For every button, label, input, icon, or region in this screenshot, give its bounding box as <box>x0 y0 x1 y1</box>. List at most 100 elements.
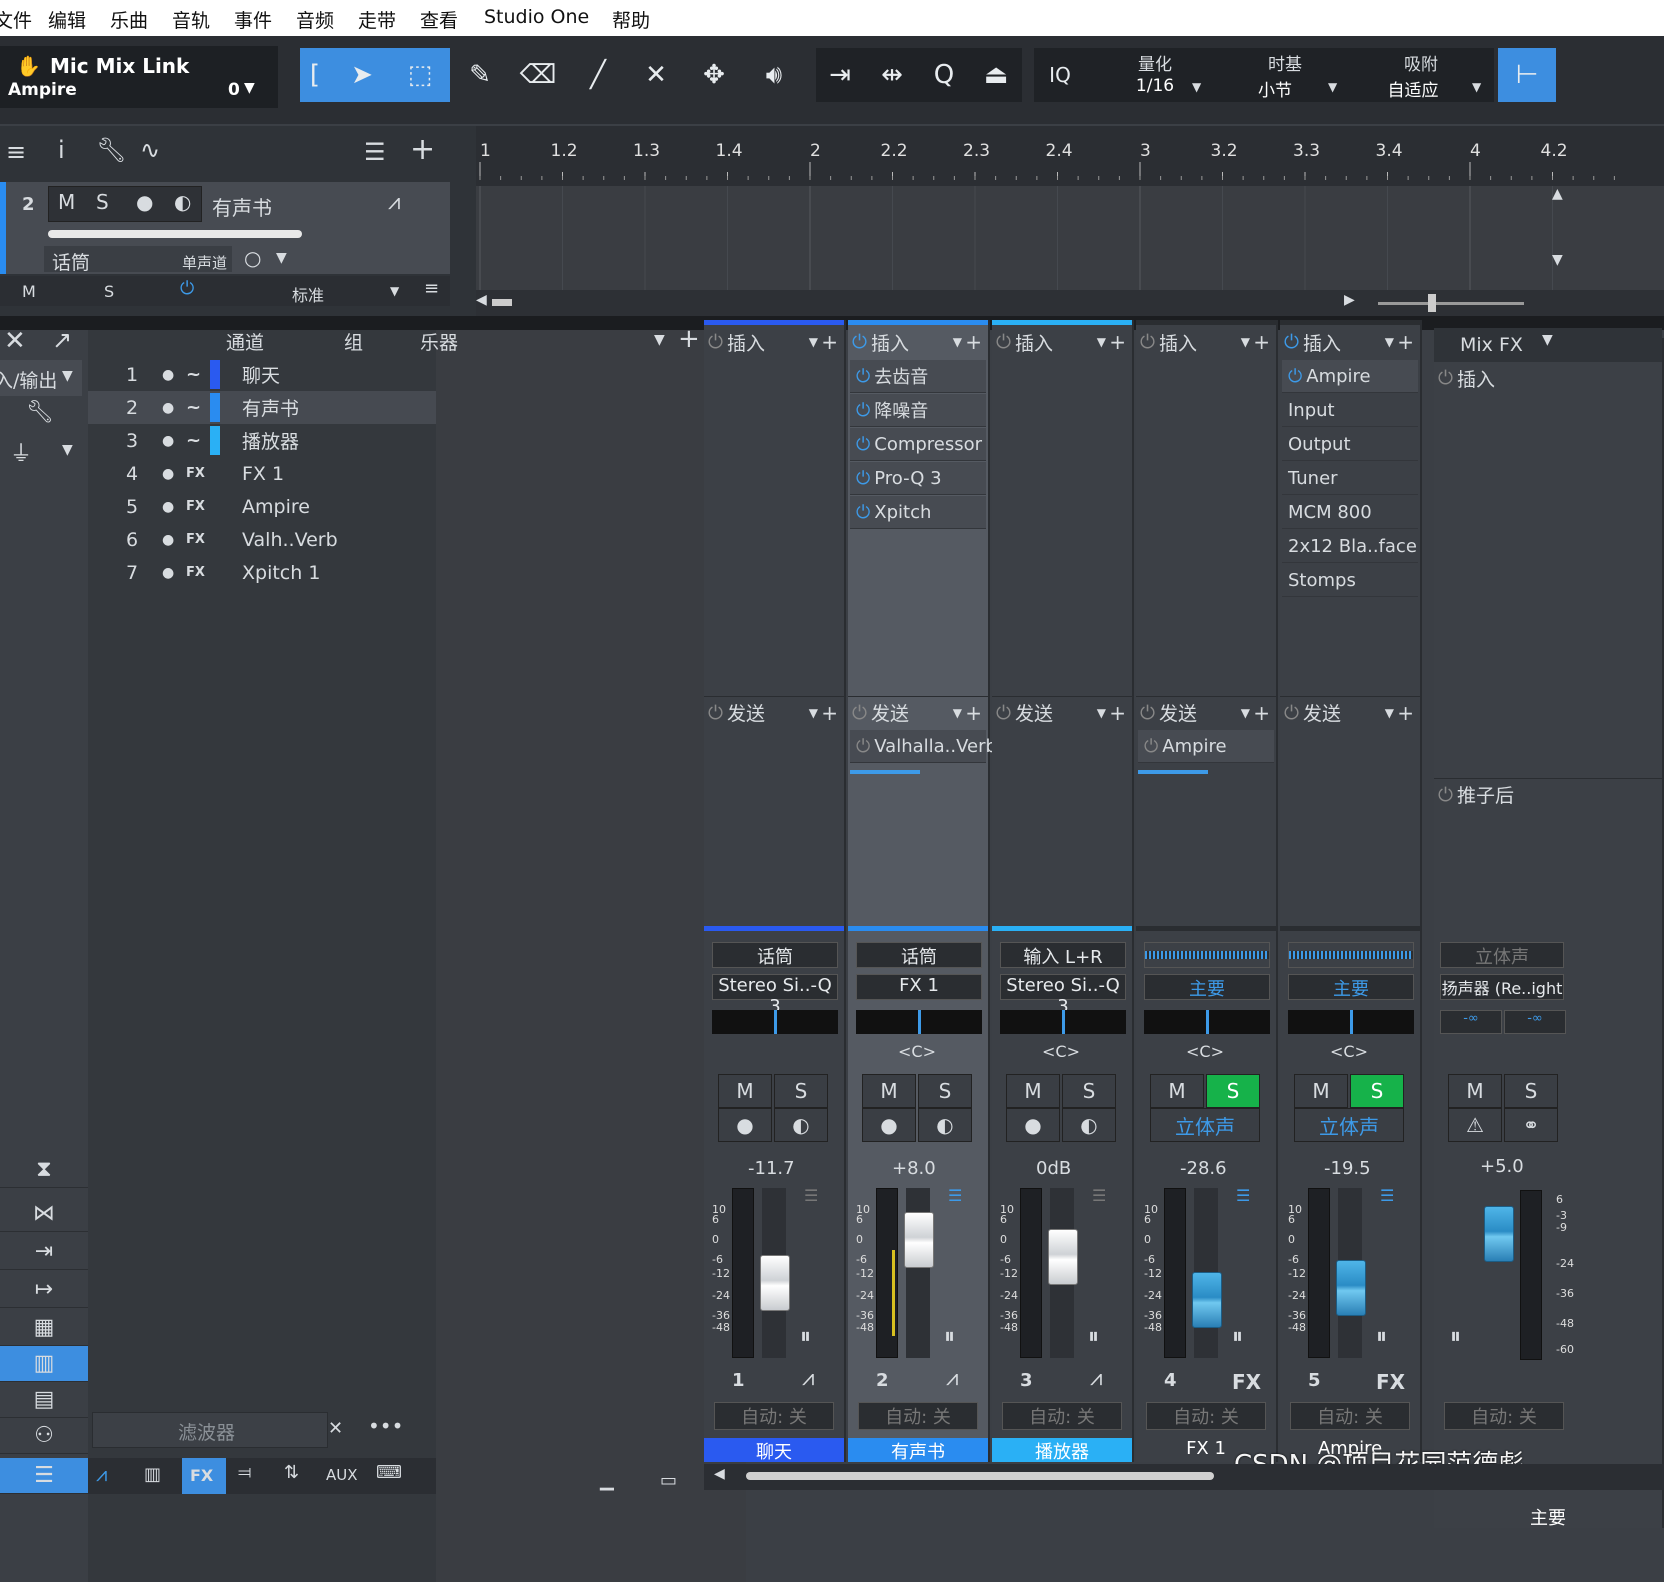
info-icon[interactable]: i <box>58 136 65 164</box>
pan-knob[interactable] <box>1000 1010 1126 1034</box>
power-icon[interactable]: ⏻ <box>856 502 870 523</box>
minimize-icon[interactable]: ▁ <box>600 1470 614 1491</box>
chevron-down-icon[interactable]: ▼ <box>1542 332 1553 348</box>
send-level[interactable] <box>850 770 920 774</box>
volume-fader[interactable] <box>1048 1229 1078 1285</box>
automation-button[interactable]: 自动: 关 <box>1002 1402 1122 1430</box>
solo-button[interactable]: S <box>918 1074 972 1108</box>
mute-button[interactable]: M <box>862 1074 916 1108</box>
input-select[interactable]: 输入 L+R <box>1000 942 1126 968</box>
add-send-icon[interactable]: + <box>1397 701 1414 725</box>
solo-button[interactable]: S <box>1062 1074 1116 1108</box>
automation-button[interactable]: 自动: 关 <box>858 1402 978 1430</box>
meter-toggle-icon[interactable]: ☰ <box>1236 1186 1250 1205</box>
chevron-down-icon[interactable]: ▼ <box>1097 706 1106 720</box>
track-list-icon[interactable]: ☰ <box>364 138 386 166</box>
power-icon[interactable]: ⏻ <box>1438 367 1453 389</box>
expand-icon[interactable]: ↗ <box>52 326 72 354</box>
power-icon[interactable]: ⏻ <box>856 434 870 455</box>
chevron-down-icon[interactable]: ▼ <box>953 706 962 720</box>
clear-icon[interactable]: ✕ <box>328 1418 343 1439</box>
output-select[interactable]: Stereo Si..-Q 3 <box>712 974 838 1017</box>
input-select[interactable]: 话筒 <box>856 942 982 968</box>
add-insert-icon[interactable]: + <box>1253 330 1270 354</box>
solo-button[interactable]: S <box>1350 1074 1404 1108</box>
visible-dot-icon[interactable]: ● <box>162 532 174 548</box>
mute-tool-icon[interactable]: ✕ <box>634 48 678 102</box>
close-icon[interactable]: ✕ <box>4 326 26 356</box>
power-icon[interactable]: ⏻ <box>996 331 1011 353</box>
meter-toggle-icon[interactable]: ☰ <box>1380 1186 1394 1205</box>
chevron-down-icon[interactable]: ▼ <box>1241 706 1250 720</box>
power-icon[interactable]: ⏻ <box>1140 331 1155 353</box>
mix-icon[interactable]: ⏸ <box>800 1324 811 1349</box>
power-icon[interactable]: ⏻ <box>996 702 1011 724</box>
people-icon[interactable]: ⚇ <box>0 1418 88 1454</box>
master-fader[interactable] <box>1484 1206 1514 1262</box>
solo-button[interactable]: S <box>774 1074 828 1108</box>
menu-edit[interactable]: 编辑 <box>48 6 86 33</box>
chevron-down-icon[interactable]: ▼ <box>953 335 962 349</box>
power-icon[interactable]: ⏻ <box>852 331 867 353</box>
add-instrument-icon[interactable]: + <box>678 324 700 354</box>
visible-dot-icon[interactable]: ● <box>162 499 174 515</box>
automation-button[interactable]: 自动: 关 <box>714 1402 834 1430</box>
track-mute-button[interactable]: M <box>58 190 75 214</box>
channel-name[interactable]: 播放器 <box>992 1438 1132 1463</box>
track-solo-button[interactable]: S <box>96 190 109 214</box>
fx-tab[interactable]: FX <box>190 1466 213 1485</box>
input-select[interactable]: 话筒 <box>712 942 838 968</box>
more-icon[interactable]: ••• <box>368 1414 403 1438</box>
output-arrow-icon[interactable]: ↦ <box>0 1272 88 1308</box>
track-row[interactable]: 2 M S ● ◐ 有声书 ⩘ 话筒 单声道 ○ ▼ <box>0 182 450 274</box>
monitor-icon[interactable]: ◐ <box>1062 1108 1116 1142</box>
mix-icon[interactable]: ⏸ <box>1088 1324 1099 1349</box>
power-icon[interactable]: ⏻ <box>1438 784 1453 806</box>
keyboard-icon[interactable]: ▥ <box>0 1346 88 1382</box>
output-select[interactable]: Stereo Si..-Q 3 <box>1000 974 1126 1017</box>
power-icon[interactable]: ⏻ <box>1284 331 1299 353</box>
channel-name[interactable]: 有声书 <box>848 1438 988 1463</box>
chevron-down-icon[interactable]: ▼ <box>390 284 399 298</box>
add-send-icon[interactable]: + <box>965 701 982 725</box>
menu-file[interactable]: 文件 <box>0 6 32 33</box>
record-arm-icon[interactable]: ● <box>1006 1108 1060 1142</box>
link-icon[interactable]: ⚭ <box>1504 1108 1558 1142</box>
output-select[interactable]: 主要 <box>1144 974 1270 1000</box>
record-arm-icon[interactable]: ● <box>718 1108 772 1142</box>
vca-icon[interactable]: ⇅ <box>284 1462 299 1483</box>
power-icon[interactable]: ⏻ <box>856 366 870 387</box>
global-mute[interactable]: M <box>22 282 36 301</box>
add-insert-icon[interactable]: + <box>1397 330 1414 354</box>
waveform-icon[interactable]: ⩘ <box>946 1366 958 1391</box>
arrow-tool-icon[interactable]: ➤ <box>340 48 384 102</box>
mute-button[interactable]: M <box>718 1074 772 1108</box>
track-volume-bar[interactable] <box>48 230 302 238</box>
channel-row[interactable]: 1 ● ~ 聊天 <box>88 358 436 391</box>
automation-button[interactable]: 自动: 关 <box>1290 1402 1410 1430</box>
mix-fx-label[interactable]: Mix FX <box>1460 334 1523 356</box>
stereo-button[interactable]: 立体声 <box>1294 1108 1404 1142</box>
power-icon[interactable]: ⏻ <box>708 702 723 724</box>
send-slot[interactable]: ⏻ Valhalla..Verb <box>850 730 997 763</box>
meter-toggle-icon[interactable]: ☰ <box>1092 1186 1106 1205</box>
chevron-down-icon[interactable]: ▼ <box>1385 335 1394 349</box>
visible-dot-icon[interactable]: ● <box>162 433 174 449</box>
input-arrow-icon[interactable]: ⇥ <box>0 1234 88 1270</box>
add-send-icon[interactable]: + <box>1109 701 1126 725</box>
chevron-down-icon[interactable]: ▼ <box>244 80 255 96</box>
scroll-left-icon[interactable]: ◀ <box>476 292 487 308</box>
mix-icon[interactable]: ⏸ <box>1376 1324 1387 1349</box>
mixer-scrollbar[interactable]: ◀ <box>704 1464 1664 1490</box>
menu-transport[interactable]: 走带 <box>358 6 396 33</box>
visible-dot-icon[interactable]: ● <box>162 367 174 383</box>
power-icon[interactable]: ⏻ <box>180 278 194 299</box>
visible-dot-icon[interactable]: ● <box>162 565 174 581</box>
wrench-icon[interactable]: 🔧︎ <box>26 400 54 425</box>
layout-standard[interactable]: 标准 <box>292 282 324 306</box>
insert-slot[interactable]: ⏻ 降噪音 <box>850 394 986 427</box>
chevron-down-icon[interactable]: ▼ <box>62 368 73 384</box>
insert-slot[interactable]: ⏻ Xpitch <box>850 496 986 529</box>
visible-dot-icon[interactable]: ● <box>162 466 174 482</box>
meter-toggle-icon[interactable]: ☰ <box>804 1186 818 1205</box>
